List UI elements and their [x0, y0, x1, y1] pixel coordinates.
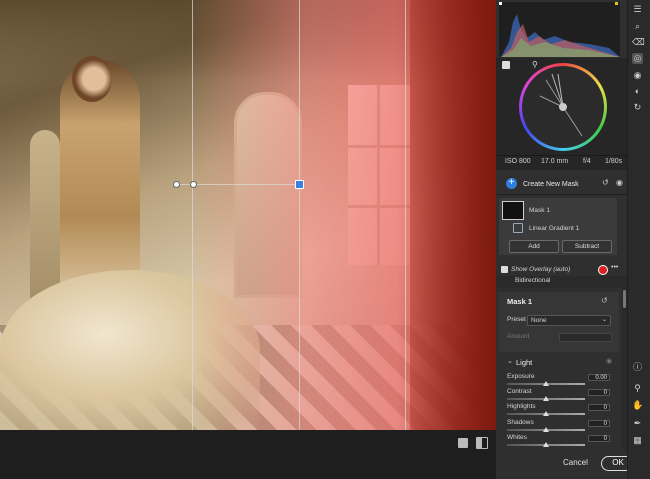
highlight-clip-icon[interactable] — [615, 2, 618, 5]
panel-scrollbar-thumb[interactable] — [623, 290, 626, 308]
create-mask-plus-icon[interactable]: + — [506, 178, 517, 189]
preset-label: Preset — [507, 316, 526, 323]
slider-knob-whites[interactable] — [543, 441, 549, 447]
rotation-handle-left[interactable] — [173, 181, 180, 188]
slider-value-whites[interactable]: 0 — [588, 434, 610, 442]
slider-label-whites: Whites — [507, 433, 527, 441]
show-overlay-checkbox[interactable] — [501, 266, 508, 273]
healing-eraser-icon[interactable]: ⌫ — [632, 37, 645, 48]
single-view-icon[interactable] — [458, 438, 468, 448]
overlay-color-swatch[interactable] — [598, 265, 608, 275]
image-canvas[interactable] — [0, 0, 496, 430]
slider-label-shadows: Shadows — [507, 418, 534, 426]
add-button[interactable]: Add — [509, 240, 559, 253]
slider-label-contrast: Contrast — [507, 388, 532, 396]
presets-icon[interactable]: ◐ — [632, 86, 643, 97]
masking-icon[interactable]: ◎ — [632, 53, 643, 64]
mask-name[interactable]: Mask 1 — [529, 207, 550, 214]
shutter-speed: 1/80s — [605, 158, 623, 165]
amount-slider[interactable] — [559, 333, 612, 342]
hand-icon[interactable]: ✋ — [632, 400, 643, 411]
snapshots-icon[interactable]: ↻ — [632, 102, 643, 113]
histogram — [499, 2, 620, 57]
focal-length: 17.0 mm — [541, 158, 569, 165]
subtract-button[interactable]: Subtract — [562, 240, 612, 253]
slider-knob-highlights[interactable] — [543, 411, 549, 417]
linear-gradient-icon — [513, 223, 523, 233]
histogram-graph — [501, 14, 620, 57]
subtract-button-label: Subtract — [574, 243, 600, 250]
color-wheel-inner — [522, 66, 604, 148]
invert-icon[interactable]: ↺ — [602, 178, 609, 187]
slider-knob-exposure[interactable] — [543, 381, 549, 386]
preset-select[interactable]: None ⌄ — [527, 315, 611, 326]
canvas-toolbar — [0, 430, 496, 479]
reset-icon[interactable]: ↺ — [601, 296, 608, 305]
visibility-eye-icon[interactable]: ◉ — [616, 178, 623, 187]
amount-label: Amount — [507, 333, 530, 340]
crop-icon[interactable]: ⌕ — [632, 21, 643, 32]
gradient-center-handle[interactable] — [295, 180, 304, 189]
slider-knob-contrast[interactable] — [543, 396, 549, 402]
light-title[interactable]: Light — [516, 358, 532, 367]
red-eye-icon[interactable]: ◉ — [632, 70, 643, 81]
chevron-down-icon: ⌄ — [601, 317, 607, 323]
eyedropper-icon[interactable] — [502, 61, 510, 69]
gradient-line-left[interactable] — [192, 0, 193, 430]
rotation-handle-right[interactable] — [190, 181, 197, 188]
color-sampler-icon[interactable]: ✒ — [632, 418, 643, 429]
show-overlay-label: Show Overlay (auto) — [511, 266, 571, 273]
edit-sliders-icon[interactable]: ☰ — [632, 4, 643, 15]
mask-settings-title: Mask 1 — [507, 297, 533, 306]
cancel-button[interactable]: Cancel — [563, 458, 588, 467]
mask-component-name[interactable]: Linear Gradient 1 — [529, 225, 579, 232]
aperture-value: f/4 — [583, 158, 591, 165]
light-visibility-eye-icon[interactable]: ◉ — [606, 357, 612, 365]
gradient-line-center[interactable] — [299, 0, 300, 430]
preset-value: None — [531, 317, 547, 324]
collapse-chevron-icon[interactable]: ⌄ — [507, 357, 513, 365]
slider-knob-shadows[interactable] — [543, 426, 549, 432]
slider-value-shadows[interactable]: 0 — [588, 419, 610, 427]
slider-label-highlights: Highlights — [507, 403, 536, 411]
mask-dark-region — [410, 0, 496, 430]
zoom-icon[interactable]: ⚲ — [632, 383, 643, 394]
gradient-line-right[interactable] — [405, 0, 406, 430]
bidirectional-label[interactable]: Bidirectional — [515, 277, 550, 284]
info-icon[interactable]: ⓘ — [632, 362, 643, 373]
create-new-mask-button[interactable]: Create New Mask — [523, 181, 579, 188]
add-button-label: Add — [528, 243, 540, 250]
overlay-more-icon[interactable]: ••• — [611, 264, 618, 271]
shadow-clip-icon[interactable] — [499, 2, 502, 5]
iso-value: ISO 800 — [505, 158, 531, 165]
before-after-icon[interactable] — [476, 437, 488, 449]
mask-thumbnail[interactable] — [502, 201, 524, 220]
slider-value-contrast[interactable]: 0 — [588, 389, 610, 397]
grid-icon[interactable]: ▦ — [632, 435, 643, 446]
slider-value-exposure[interactable]: 0.00 — [588, 374, 610, 381]
ok-button-label: OK — [612, 458, 624, 467]
slider-value-highlights[interactable]: 0 — [588, 404, 610, 412]
slider-label-exposure: Exposure — [507, 373, 535, 380]
